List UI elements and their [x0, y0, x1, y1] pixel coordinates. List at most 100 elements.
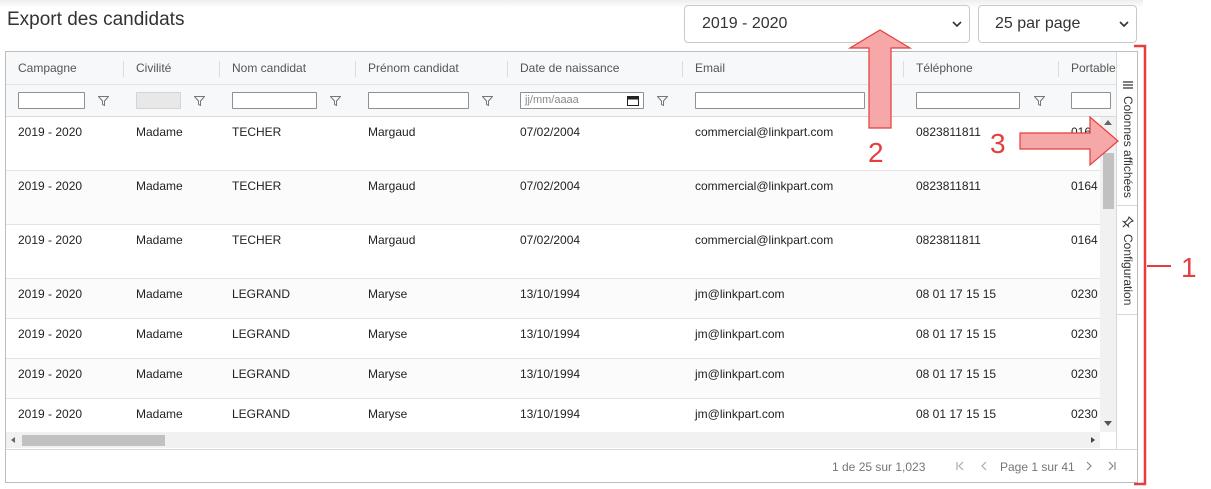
- table-row[interactable]: 2019 - 2020 Madame LEGRAND Maryse 13/10/1994…: [6, 399, 1116, 432]
- filter-icon[interactable]: [98, 96, 109, 106]
- cell-portable: 0230: [1071, 407, 1098, 421]
- cell-campagne: 2019 - 2020: [18, 367, 83, 381]
- campaign-select[interactable]: 2019 - 2020: [684, 5, 970, 43]
- column-separator[interactable]: [1058, 61, 1059, 77]
- cell-telephone: 0823811811: [916, 179, 981, 193]
- header-row: Campagne Civilité Nom candidat Prénom ca…: [6, 52, 1116, 85]
- column-separator[interactable]: [355, 61, 356, 77]
- table-row[interactable]: 2019 - 2020 Madame TECHER Margaud 07/02/2004…: [6, 117, 1116, 171]
- filter-input-prenom[interactable]: [368, 92, 469, 109]
- cell-campagne: 2019 - 2020: [18, 179, 83, 193]
- annotation-bracket: [1134, 44, 1171, 486]
- column-header-date-naissance[interactable]: Date de naissance: [520, 52, 619, 85]
- cell-email: jm@linkpart.com: [695, 327, 785, 341]
- filter-icon[interactable]: [194, 96, 205, 106]
- table-row[interactable]: 2019 - 2020 Madame LEGRAND Maryse 13/10/1994…: [6, 319, 1116, 359]
- cell-email: jm@linkpart.com: [695, 367, 785, 381]
- table-row[interactable]: 2019 - 2020 Madame LEGRAND Maryse 13/10/1994…: [6, 279, 1116, 319]
- column-separator[interactable]: [219, 61, 220, 77]
- annotation-number-3: 3: [990, 128, 1006, 159]
- cell-date-naissance: 07/02/2004: [520, 233, 581, 247]
- next-page-icon[interactable]: [1084, 461, 1094, 471]
- scroll-up-icon[interactable]: [1104, 120, 1112, 125]
- table-row[interactable]: 2019 - 2020 Madame LEGRAND Maryse 13/10/1994…: [6, 359, 1116, 399]
- side-button-configuration[interactable]: Configuration: [1117, 207, 1137, 315]
- cell-email: commercial@linkpart.com: [695, 179, 834, 193]
- horizontal-scroll-thumb[interactable]: [22, 435, 165, 446]
- filter-icon[interactable]: [482, 96, 493, 106]
- previous-page-icon[interactable]: [979, 461, 989, 471]
- filter-icon[interactable]: [330, 96, 341, 106]
- cell-telephone: 0823811811: [916, 233, 981, 247]
- filter-icon[interactable]: [657, 96, 668, 106]
- cell-telephone: 08 01 17 15 15: [916, 287, 997, 301]
- side-button-columns[interactable]: Colonnes affichées: [1117, 72, 1137, 206]
- cell-date-naissance: 07/02/2004: [520, 125, 581, 139]
- column-header-civilite[interactable]: Civilité: [136, 52, 171, 85]
- filter-input-email[interactable]: [695, 92, 865, 109]
- cell-civilite: Madame: [136, 233, 183, 247]
- vertical-scroll-thumb[interactable]: [1103, 153, 1114, 209]
- cell-campagne: 2019 - 2020: [18, 407, 83, 421]
- cell-prenom: Maryse: [368, 327, 408, 341]
- column-header-telephone[interactable]: Téléphone: [916, 52, 973, 85]
- cell-civilite: Madame: [136, 287, 183, 301]
- cell-civilite: Madame: [136, 407, 183, 421]
- vertical-scrollbar[interactable]: [1100, 117, 1116, 432]
- filter-input-campagne[interactable]: [18, 92, 85, 109]
- column-separator[interactable]: [507, 61, 508, 77]
- scroll-left-icon[interactable]: [11, 437, 15, 443]
- calendar-icon[interactable]: [627, 95, 639, 106]
- table-row[interactable]: 2019 - 2020 Madame TECHER Margaud 07/02/2004…: [6, 171, 1116, 225]
- column-separator[interactable]: [123, 61, 124, 77]
- side-button-configuration-label: Configuration: [1121, 234, 1135, 306]
- filter-date-input[interactable]: jj/mm/aaaa: [520, 92, 644, 109]
- scroll-down-icon[interactable]: [1104, 421, 1112, 426]
- horizontal-scrollbar[interactable]: [6, 432, 1100, 448]
- cell-portable: 0230: [1071, 327, 1098, 341]
- cell-email: commercial@linkpart.com: [695, 233, 834, 247]
- filter-icon[interactable]: [1034, 96, 1045, 106]
- side-button-columns-label: Colonnes affichées: [1121, 96, 1135, 198]
- filter-input-nom[interactable]: [232, 92, 317, 109]
- cell-portable: 0230: [1071, 287, 1098, 301]
- column-header-nom[interactable]: Nom candidat: [232, 52, 306, 85]
- cell-campagne: 2019 - 2020: [18, 233, 83, 247]
- chevron-down-icon: [952, 21, 962, 28]
- cell-portable: 0164: [1071, 125, 1098, 139]
- table-row[interactable]: 2019 - 2020 Madame TECHER Margaud 07/02/2004…: [6, 225, 1116, 279]
- column-header-portable[interactable]: Portable: [1071, 52, 1116, 85]
- cell-date-naissance: 13/10/1994: [520, 407, 581, 421]
- grid-body: 2019 - 2020 Madame TECHER Margaud 07/02/2004…: [6, 117, 1116, 432]
- pagination-bar: 1 de 25 sur 1,023 Page 1 sur 41: [6, 449, 1137, 482]
- per-page-select[interactable]: 25 par page: [978, 5, 1137, 43]
- cell-prenom: Margaud: [368, 233, 416, 247]
- cell-civilite: Madame: [136, 125, 183, 139]
- last-page-icon[interactable]: [1107, 461, 1117, 471]
- cell-prenom: Maryse: [368, 407, 408, 421]
- filter-input-civilite[interactable]: [136, 92, 181, 109]
- column-separator[interactable]: [903, 61, 904, 77]
- candidates-grid: Campagne Civilité Nom candidat Prénom ca…: [5, 51, 1138, 483]
- filter-input-portable[interactable]: [1071, 92, 1111, 109]
- annotation-number-1: 1: [1181, 252, 1197, 283]
- column-header-email[interactable]: Email: [695, 52, 725, 85]
- cell-portable: 0164: [1071, 179, 1098, 193]
- cell-nom: TECHER: [232, 233, 282, 247]
- cell-campagne: 2019 - 2020: [18, 125, 83, 139]
- column-separator[interactable]: [682, 61, 683, 77]
- cell-civilite: Madame: [136, 327, 183, 341]
- column-header-campagne[interactable]: Campagne: [18, 52, 77, 85]
- cell-campagne: 2019 - 2020: [18, 287, 83, 301]
- cell-prenom: Maryse: [368, 367, 408, 381]
- cell-nom: TECHER: [232, 125, 282, 139]
- filter-input-telephone[interactable]: [916, 92, 1020, 109]
- per-page-select-value: 25 par page: [995, 15, 1081, 32]
- cell-telephone: 08 01 17 15 15: [916, 327, 997, 341]
- column-header-prenom[interactable]: Prénom candidat: [368, 52, 459, 85]
- cell-telephone: 08 01 17 15 15: [916, 367, 997, 381]
- pagination-summary: 1 de 25 sur 1,023: [832, 460, 926, 474]
- scroll-right-icon[interactable]: [1091, 437, 1095, 443]
- first-page-icon[interactable]: [955, 461, 965, 471]
- cell-telephone: 0823811811: [916, 125, 981, 139]
